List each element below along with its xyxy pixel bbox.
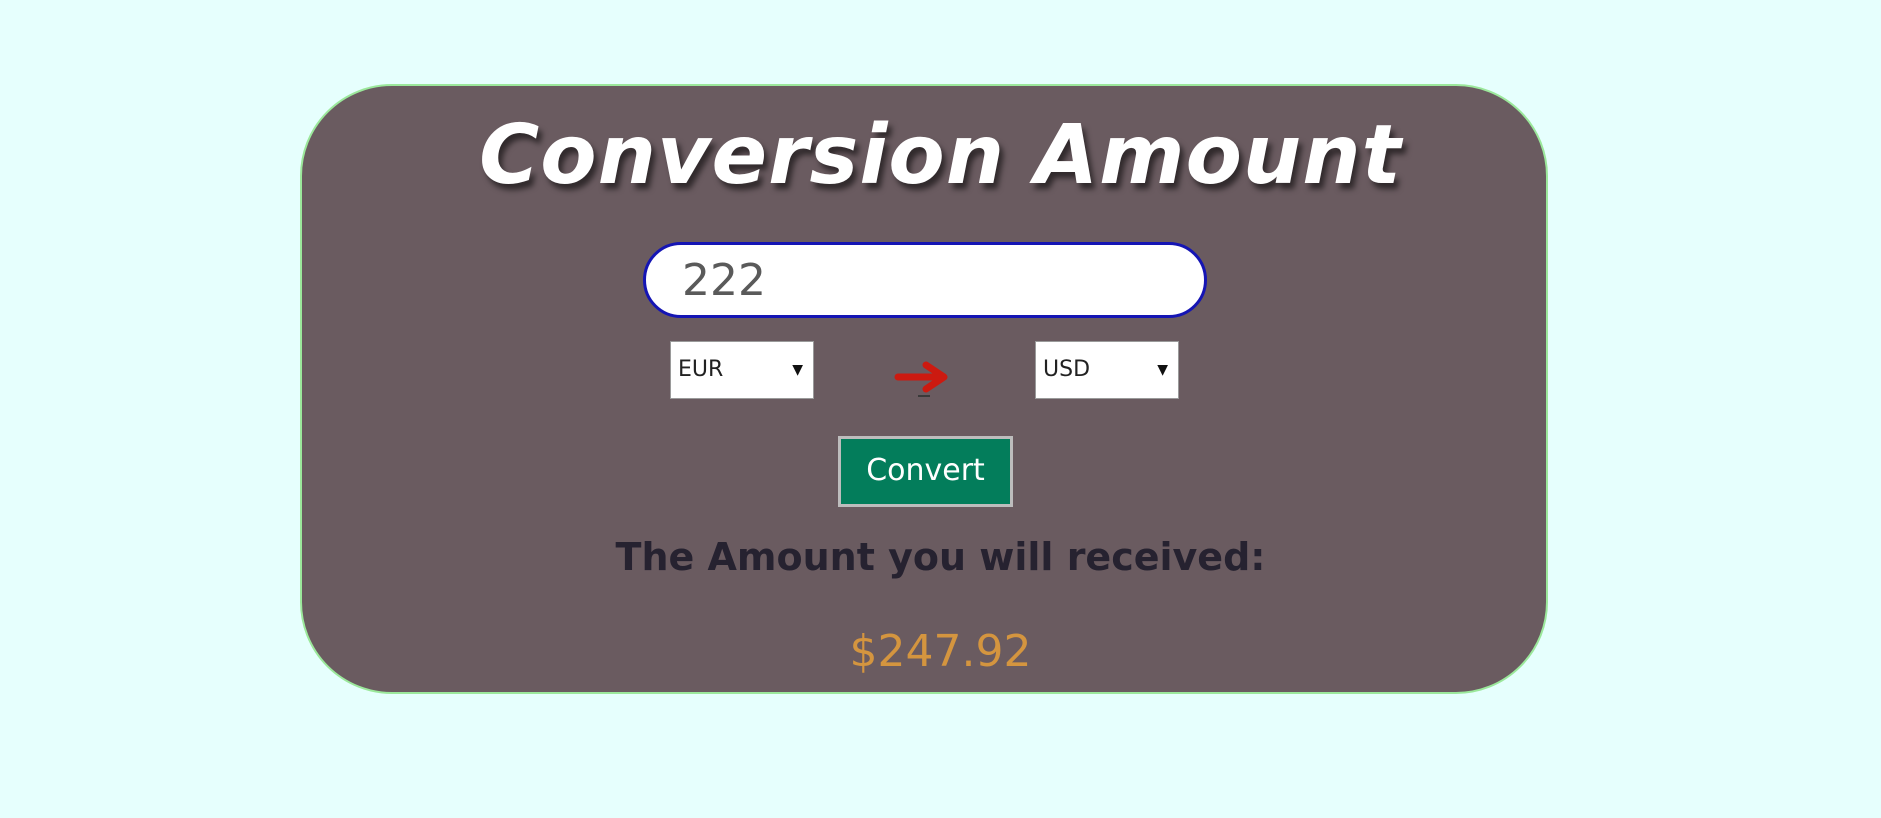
right-arrow-icon — [894, 361, 948, 393]
chevron-down-icon: ▼ — [792, 362, 803, 378]
to-currency-value: USD — [1043, 357, 1091, 382]
convert-button[interactable]: Convert — [838, 436, 1013, 507]
result-value: $247.92 — [849, 626, 1032, 677]
page-title: Conversion Amount — [479, 108, 1402, 203]
chevron-down-icon: ▼ — [1157, 362, 1168, 378]
to-currency-select[interactable]: USD ▼ — [1035, 341, 1179, 399]
from-currency-select[interactable]: EUR ▼ — [670, 341, 814, 399]
result-label: The Amount you will received: — [615, 535, 1266, 579]
divider — [918, 395, 930, 397]
from-currency-value: EUR — [678, 357, 724, 382]
amount-input[interactable] — [643, 242, 1207, 318]
